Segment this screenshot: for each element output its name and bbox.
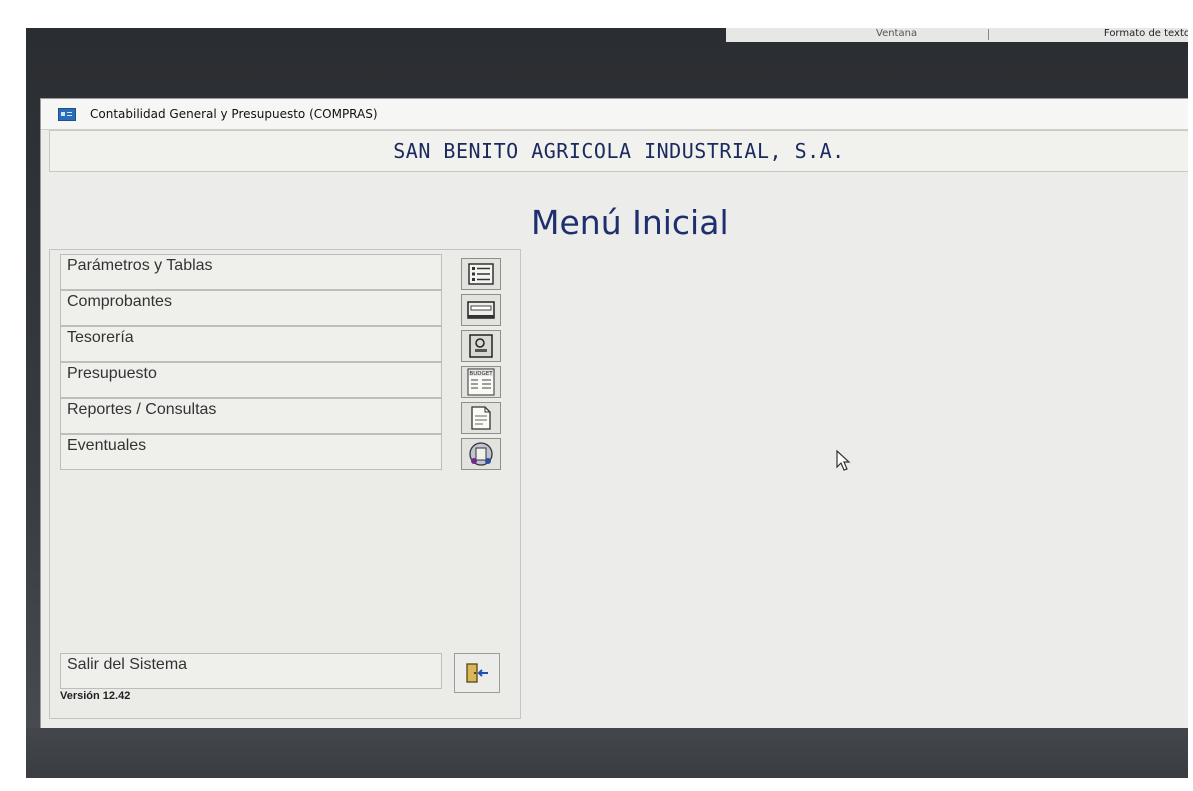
budget-icon-text: BUDGET <box>469 371 493 377</box>
desktop-bottom-area <box>26 728 1188 778</box>
app-window-icon <box>58 107 76 121</box>
main-menu-panel: Parámetros y Tablas Comprobantes Tesorer… <box>49 249 521 719</box>
background-tab-formato: Formato de texto <box>1103 28 1188 39</box>
budget-icon[interactable]: BUDGET <box>461 366 501 398</box>
list-icon[interactable] <box>461 258 501 290</box>
menu-item-parametros[interactable]: Parámetros y Tablas <box>60 254 442 290</box>
exit-door-icon[interactable] <box>454 653 500 693</box>
toolbar-separator <box>988 29 989 40</box>
window-title: Contabilidad General y Presupuesto (COMP… <box>90 107 378 121</box>
menu-item-tesoreria[interactable]: Tesorería <box>60 326 442 362</box>
background-app-toolbar: Ventana Formato de texto <box>726 28 1188 42</box>
menu-item-salir[interactable]: Salir del Sistema <box>60 653 442 689</box>
misc-icon[interactable] <box>461 438 501 470</box>
app-window: Contabilidad General y Presupuesto (COMP… <box>40 98 1188 730</box>
menu-item-reportes[interactable]: Reportes / Consultas <box>60 398 442 434</box>
menu-item-presupuesto[interactable]: Presupuesto <box>60 362 442 398</box>
menu-item-comprobantes[interactable]: Comprobantes <box>60 290 442 326</box>
safe-icon[interactable] <box>461 330 501 362</box>
window-titlebar[interactable]: Contabilidad General y Presupuesto (COMP… <box>41 99 1188 130</box>
report-icon[interactable] <box>461 402 501 434</box>
mouse-cursor-icon <box>836 449 851 471</box>
photo-frame: Ventana Formato de texto Contabilidad Ge… <box>26 28 1188 778</box>
voucher-icon[interactable] <box>461 294 501 326</box>
company-name-banner: SAN BENITO AGRICOLA INDUSTRIAL, S.A. <box>49 130 1188 172</box>
background-tab-ventana: Ventana <box>876 28 918 39</box>
version-label: Versión 12.42 <box>60 690 131 702</box>
page-title: Menú Inicial <box>531 203 729 242</box>
menu-item-eventuales[interactable]: Eventuales <box>60 434 442 470</box>
